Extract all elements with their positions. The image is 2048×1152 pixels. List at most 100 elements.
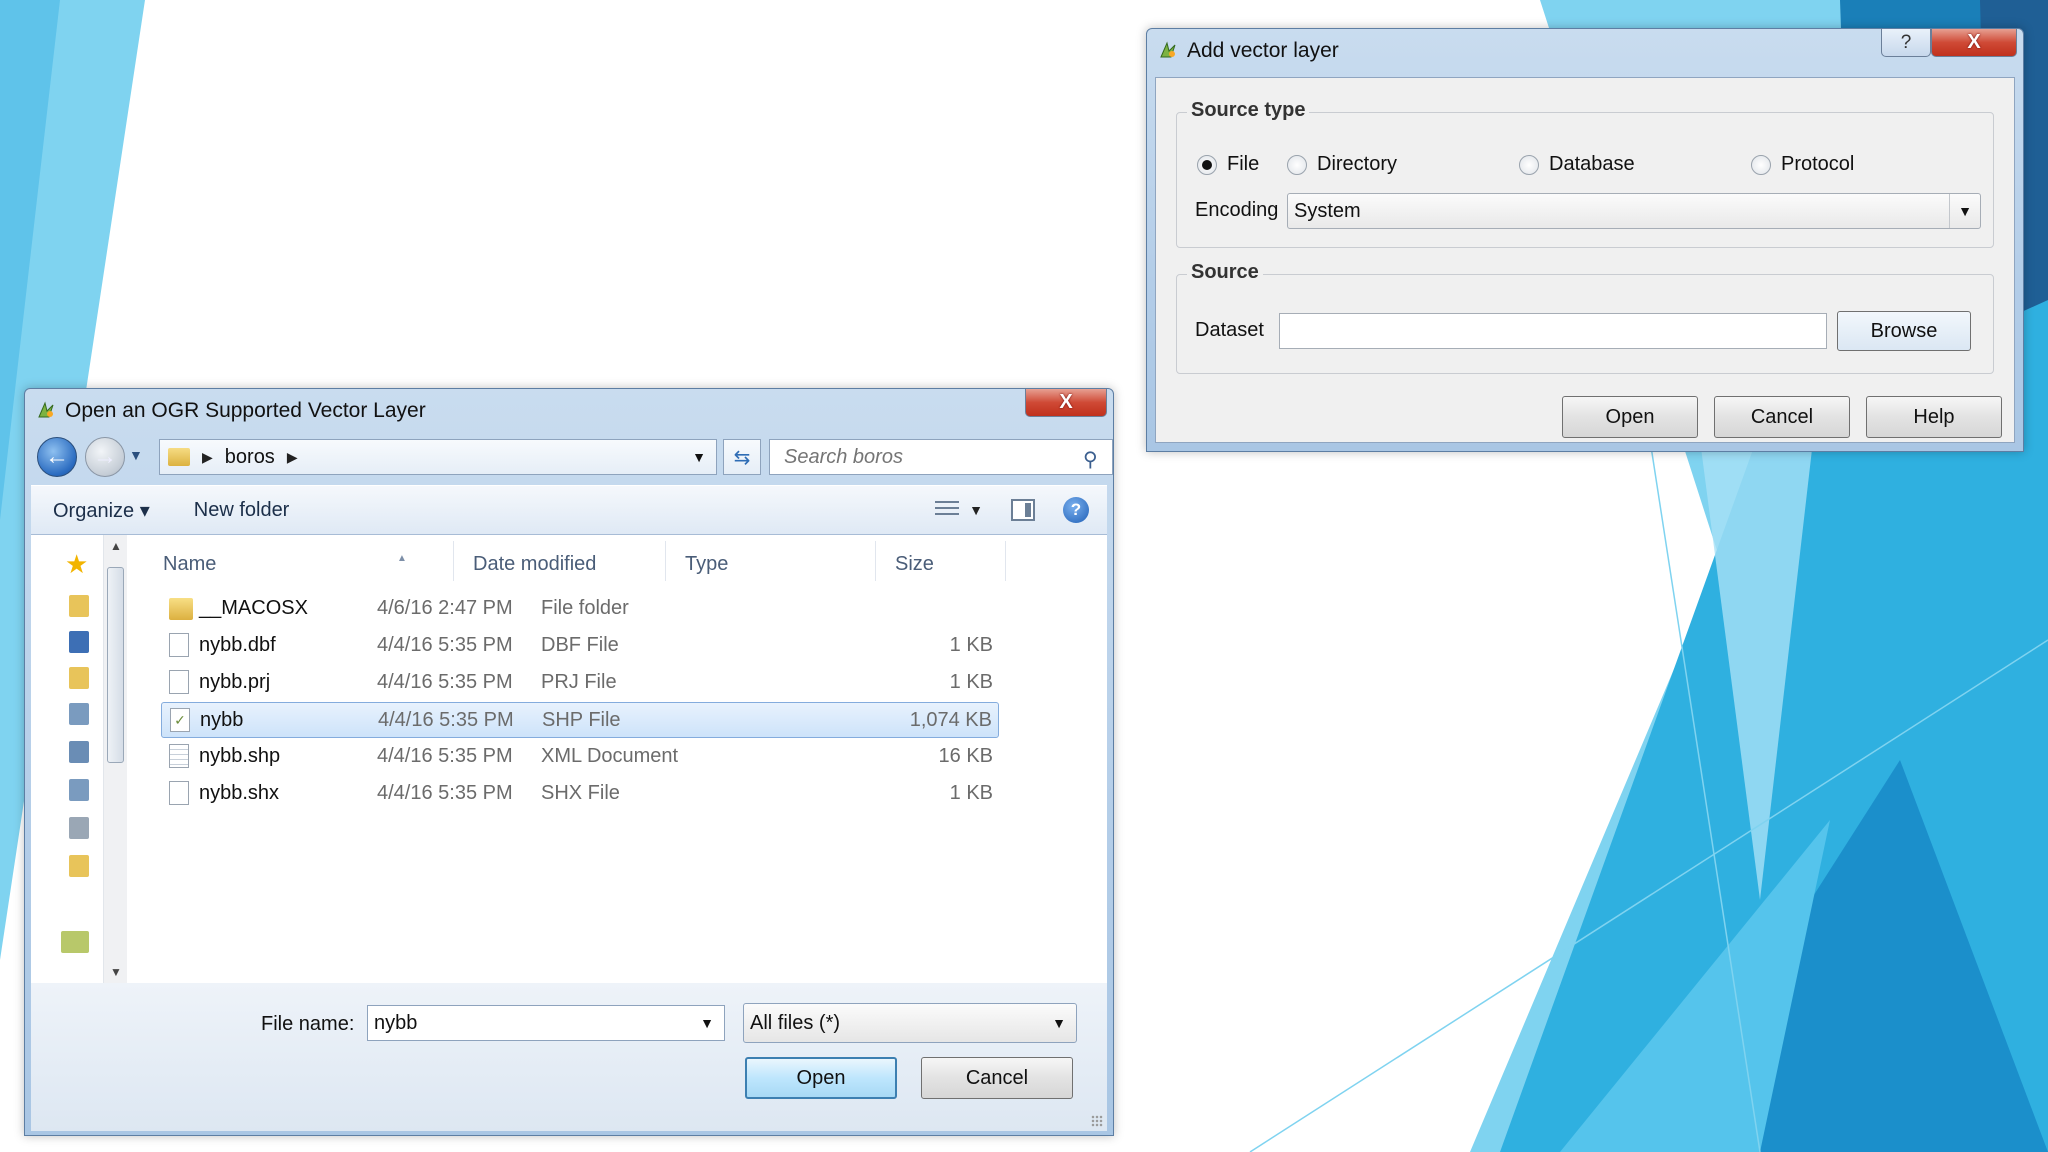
file-row-nybb-shp[interactable]: nybb.shp 4/4/16 5:35 PM XML Document 16 …: [161, 739, 999, 775]
source-group: Source Dataset Browse: [1176, 261, 1994, 374]
scrollbar-thumb[interactable]: [107, 567, 124, 763]
breadcrumb-chevron-icon[interactable]: ▶: [287, 449, 298, 466]
recent-locations-dropdown-icon[interactable]: ▼: [129, 447, 143, 463]
refresh-button[interactable]: ⇆: [723, 439, 761, 475]
navigation-bar: ← → ▼ ▶ boros ▶ ▼ ⇆ ⚲: [31, 435, 1113, 479]
file-browser: ★ ▲ ▼ ▲ Name Date modified Type Size __M…: [31, 535, 1107, 984]
dataset-input[interactable]: [1279, 313, 1827, 349]
arrow-left-icon: ←: [45, 443, 69, 470]
new-folder-button[interactable]: New folder: [172, 499, 312, 522]
folder-icon[interactable]: [69, 667, 89, 689]
vector-help-button[interactable]: Help: [1866, 396, 2002, 438]
encoding-select[interactable]: System ▼: [1287, 193, 1981, 229]
file-icon: [169, 781, 189, 805]
chevron-down-icon[interactable]: ▼: [1052, 1015, 1066, 1031]
dialog-footer: File name: nybb ▼ All files (*) ▼ Open C…: [31, 983, 1107, 1131]
column-headers: ▲ Name Date modified Type Size: [135, 535, 1107, 587]
file-row-nybb-shx[interactable]: nybb.shx 4/4/16 5:35 PM SHX File 1 KB: [161, 776, 999, 812]
file-icon: [169, 633, 189, 657]
back-button[interactable]: ←: [37, 437, 77, 477]
file-row-macosx[interactable]: __MACOSX 4/6/16 2:47 PM File folder: [161, 591, 999, 627]
qgis-icon: [38, 401, 54, 418]
navigation-pane-scrollbar[interactable]: ▲ ▼: [103, 535, 127, 983]
radio-unselected-icon: [1287, 154, 1307, 175]
vector-dialog-titlebar[interactable]: Add vector layer ? X: [1147, 29, 2023, 73]
radio-database[interactable]: Database: [1519, 153, 1635, 176]
network-icon[interactable]: [69, 817, 89, 839]
folder-icon: [168, 448, 190, 466]
file-icon: [169, 670, 189, 694]
computer-icon[interactable]: [61, 931, 89, 953]
change-view-icon[interactable]: [935, 501, 960, 519]
open-dialog-title: Open an OGR Supported Vector Layer: [65, 399, 426, 422]
vector-dialog-title: Add vector layer: [1187, 39, 1339, 62]
favorites-star-icon[interactable]: ★: [65, 549, 88, 579]
dataset-label: Dataset: [1195, 319, 1264, 341]
source-title: Source: [1187, 261, 1263, 284]
breadcrumb-folder[interactable]: boros: [225, 446, 275, 469]
vector-dialog-help-title-button[interactable]: ?: [1881, 29, 1931, 57]
cancel-button[interactable]: Cancel: [921, 1057, 1073, 1099]
file-row-nybb-dbf[interactable]: nybb.dbf 4/4/16 5:35 PM DBF File 1 KB: [161, 628, 999, 664]
radio-file[interactable]: File: [1197, 153, 1259, 176]
library-icon[interactable]: [69, 741, 89, 763]
desktop-icon[interactable]: [69, 631, 89, 653]
scroll-up-icon[interactable]: ▲: [110, 539, 122, 553]
radio-unselected-icon: [1751, 154, 1771, 175]
open-dialog-titlebar[interactable]: Open an OGR Supported Vector Layer X: [25, 389, 1113, 433]
navigation-pane: ★ ▲ ▼: [31, 535, 135, 983]
chevron-down-icon[interactable]: ▼: [700, 1015, 714, 1031]
vector-dialog-body: Source type File Directory Database Prot…: [1155, 77, 2015, 443]
search-icon[interactable]: ⚲: [1083, 447, 1098, 472]
folder-icon[interactable]: [69, 855, 89, 877]
library-icon[interactable]: [69, 779, 89, 801]
qgis-icon: [1160, 41, 1176, 58]
open-file-dialog: Open an OGR Supported Vector Layer X ← →…: [24, 388, 1114, 1136]
view-options-dropdown-icon[interactable]: ▼: [969, 502, 983, 518]
column-name[interactable]: Name: [163, 553, 216, 576]
source-type-group: Source type File Directory Database Prot…: [1176, 99, 1994, 248]
encoding-label: Encoding: [1195, 199, 1279, 221]
breadcrumb-chevron-icon[interactable]: ▶: [202, 449, 213, 466]
file-row-nybb-prj[interactable]: nybb.prj 4/4/16 5:35 PM PRJ File 1 KB: [161, 665, 999, 701]
resize-grip-icon[interactable]: [1091, 1115, 1103, 1127]
refresh-icon: ⇆: [733, 446, 751, 469]
file-row-nybb-selected[interactable]: ✓ nybb 4/4/16 5:35 PM SHP File 1,074 KB: [161, 702, 999, 738]
radio-protocol[interactable]: Protocol: [1751, 153, 1854, 176]
source-type-title: Source type: [1187, 99, 1310, 122]
column-type[interactable]: Type: [685, 553, 728, 576]
address-bar[interactable]: ▶ boros ▶ ▼: [159, 439, 717, 475]
search-input[interactable]: [769, 439, 1113, 475]
help-icon[interactable]: ?: [1063, 497, 1089, 523]
browse-button[interactable]: Browse: [1837, 311, 1971, 351]
vector-dialog-close-button[interactable]: X: [1931, 29, 2017, 57]
open-button[interactable]: Open: [745, 1057, 897, 1099]
chevron-down-icon[interactable]: ▼: [1949, 194, 1980, 228]
address-dropdown-icon[interactable]: ▼: [692, 449, 706, 465]
question-icon: ?: [1900, 31, 1912, 53]
shp-file-icon: ✓: [170, 708, 190, 732]
file-name-input[interactable]: nybb ▼: [367, 1005, 725, 1041]
close-icon: X: [1059, 391, 1073, 413]
column-date-modified[interactable]: Date modified: [473, 553, 596, 576]
close-icon: X: [1967, 31, 1981, 53]
add-vector-layer-dialog: Add vector layer ? X Source type File Di…: [1146, 28, 2024, 452]
vector-cancel-button[interactable]: Cancel: [1714, 396, 1850, 438]
library-icon[interactable]: [69, 703, 89, 725]
file-name-label: File name:: [261, 1013, 355, 1035]
xml-file-icon: [169, 744, 189, 768]
folder-icon[interactable]: [69, 595, 89, 617]
column-size[interactable]: Size: [895, 553, 934, 576]
scroll-down-icon[interactable]: ▼: [110, 965, 122, 979]
sort-ascending-icon: ▲: [397, 553, 407, 564]
file-type-filter-select[interactable]: All files (*) ▼: [743, 1003, 1077, 1043]
forward-button[interactable]: →: [85, 437, 125, 477]
open-dialog-close-button[interactable]: X: [1025, 389, 1107, 417]
preview-pane-icon[interactable]: [1011, 499, 1035, 521]
arrow-right-icon: →: [93, 443, 117, 470]
radio-directory[interactable]: Directory: [1287, 153, 1397, 176]
organize-menu[interactable]: Organize ▾: [31, 498, 172, 523]
radio-selected-icon: [1197, 154, 1217, 175]
vector-open-button[interactable]: Open: [1562, 396, 1698, 438]
command-toolbar: Organize ▾ New folder ▼ ?: [31, 485, 1107, 535]
